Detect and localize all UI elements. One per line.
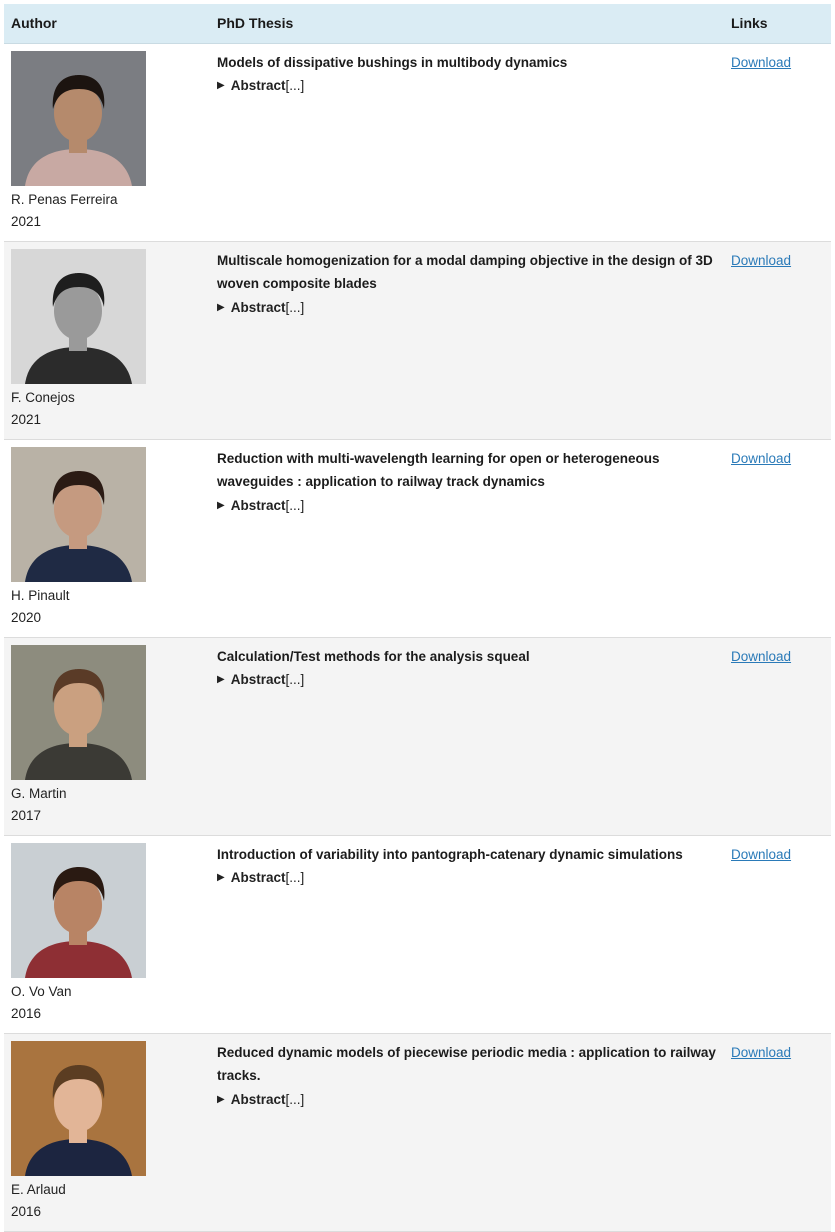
author-cell: F. Conejos 2021 <box>4 241 210 439</box>
thesis-title: Calculation/Test methods for the analysi… <box>217 648 530 664</box>
thesis-cell: Calculation/Test methods for the analysi… <box>210 637 724 835</box>
download-link[interactable]: Download <box>731 1045 791 1060</box>
thesis-table-container: Author PhD Thesis Links R. Penas Ferreir… <box>4 4 831 1232</box>
author-year: 2017 <box>11 807 42 823</box>
thesis-cell: Multiscale homogenization for a modal da… <box>210 241 724 439</box>
thesis-cell: Reduced dynamic models of piecewise peri… <box>210 1033 724 1231</box>
table-header: Author PhD Thesis Links <box>4 4 831 44</box>
links-cell: Download <box>724 241 831 439</box>
thesis-title: Reduced dynamic models of piecewise peri… <box>217 1044 716 1084</box>
abstract-ellipsis: [...] <box>285 78 305 93</box>
abstract-label: Abstract <box>230 299 286 315</box>
abstract-label: Abstract <box>230 672 286 687</box>
author-photo <box>11 248 146 384</box>
abstract-label: Abstract <box>230 78 286 93</box>
disclosure-triangle-icon: ▶ <box>217 499 225 511</box>
abstract-ellipsis: [...] <box>285 672 305 687</box>
author-name: O. Vo Van <box>11 983 72 999</box>
abstract-label: Abstract <box>230 497 286 513</box>
author-photo <box>11 1040 146 1176</box>
author-name: F. Conejos <box>11 389 75 405</box>
download-link[interactable]: Download <box>731 253 791 268</box>
abstract-ellipsis: [...] <box>285 870 305 885</box>
download-link[interactable]: Download <box>731 847 791 862</box>
abstract-label: Abstract <box>230 870 286 885</box>
author-cell: H. Pinault 2020 <box>4 439 210 637</box>
author-cell: E. Arlaud 2016 <box>4 1033 210 1231</box>
table-row: O. Vo Van 2016 Introduction of variabili… <box>4 835 831 1033</box>
links-cell: Download <box>724 439 831 637</box>
header-thesis: PhD Thesis <box>210 4 724 44</box>
author-name: G. Martin <box>11 785 67 801</box>
abstract-ellipsis: [...] <box>285 299 305 315</box>
thesis-title: Introduction of variability into pantogr… <box>217 846 683 862</box>
disclosure-triangle-icon: ▶ <box>217 80 225 91</box>
author-photo <box>11 644 146 780</box>
download-link[interactable]: Download <box>731 451 791 466</box>
author-year: 2016 <box>11 1203 42 1219</box>
abstract-toggle[interactable]: ▶ Abstract [...] <box>217 74 717 97</box>
links-cell: Download <box>724 1033 831 1231</box>
author-name: R. Penas Ferreira <box>11 191 118 207</box>
table-row: R. Penas Ferreira 2021 Models of dissipa… <box>4 43 831 241</box>
author-name: H. Pinault <box>11 587 70 603</box>
author-cell: G. Martin 2017 <box>4 637 210 835</box>
thesis-title: Reduction with multi-wavelength learning… <box>217 450 660 490</box>
header-links: Links <box>724 4 831 44</box>
thesis-table: Author PhD Thesis Links R. Penas Ferreir… <box>4 4 831 1232</box>
links-cell: Download <box>724 43 831 241</box>
author-year: 2021 <box>11 213 42 229</box>
table-row: H. Pinault 2020 Reduction with multi-wav… <box>4 439 831 637</box>
thesis-cell: Models of dissipative bushings in multib… <box>210 43 724 241</box>
thesis-title: Models of dissipative bushings in multib… <box>217 54 568 70</box>
author-year: 2020 <box>11 609 42 625</box>
table-row: F. Conejos 2021 Multiscale homogenizatio… <box>4 241 831 439</box>
author-year: 2021 <box>11 411 42 427</box>
table-row: G. Martin 2017 Calculation/Test methods … <box>4 637 831 835</box>
disclosure-triangle-icon: ▶ <box>217 1093 225 1105</box>
abstract-toggle[interactable]: ▶ Abstract [...] <box>217 866 717 889</box>
abstract-toggle[interactable]: ▶ Abstract [...] <box>217 668 717 691</box>
abstract-label: Abstract <box>230 1091 286 1107</box>
download-link[interactable]: Download <box>731 55 791 70</box>
disclosure-triangle-icon: ▶ <box>217 674 225 685</box>
author-year: 2016 <box>11 1005 42 1021</box>
abstract-toggle[interactable]: ▶ Abstract [...] <box>217 494 717 517</box>
abstract-toggle[interactable]: ▶ Abstract [...] <box>217 1088 717 1111</box>
abstract-toggle[interactable]: ▶ Abstract [...] <box>217 296 717 319</box>
author-photo <box>11 446 146 582</box>
header-author: Author <box>4 4 210 44</box>
author-photo <box>11 842 146 978</box>
thesis-title: Multiscale homogenization for a modal da… <box>217 252 713 292</box>
table-body: R. Penas Ferreira 2021 Models of dissipa… <box>4 43 831 1231</box>
disclosure-triangle-icon: ▶ <box>217 301 225 313</box>
thesis-cell: Reduction with multi-wavelength learning… <box>210 439 724 637</box>
author-cell: R. Penas Ferreira 2021 <box>4 43 210 241</box>
links-cell: Download <box>724 637 831 835</box>
download-link[interactable]: Download <box>731 649 791 664</box>
disclosure-triangle-icon: ▶ <box>217 872 225 883</box>
abstract-ellipsis: [...] <box>285 497 305 513</box>
author-cell: O. Vo Van 2016 <box>4 835 210 1033</box>
abstract-ellipsis: [...] <box>285 1091 305 1107</box>
thesis-cell: Introduction of variability into pantogr… <box>210 835 724 1033</box>
links-cell: Download <box>724 835 831 1033</box>
table-row: E. Arlaud 2016 Reduced dynamic models of… <box>4 1033 831 1231</box>
author-photo <box>11 50 146 186</box>
author-name: E. Arlaud <box>11 1181 66 1197</box>
